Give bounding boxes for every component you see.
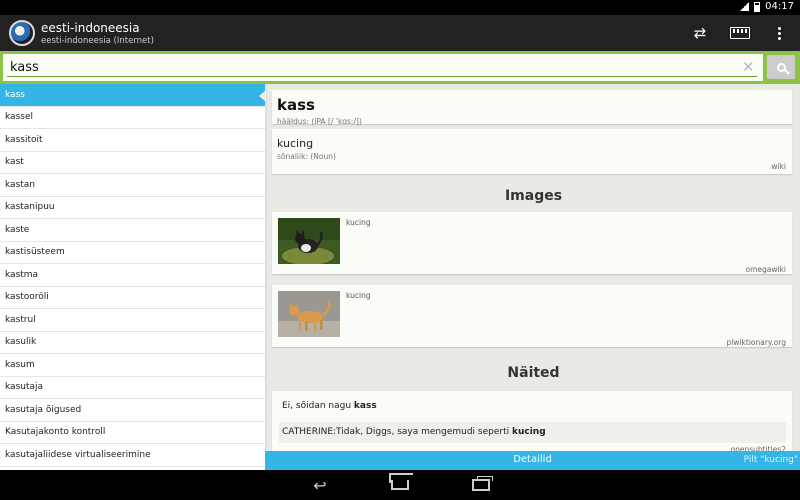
headword-card: kass hääldus: (IPA [/ ˈkɑsː/]) — [272, 90, 792, 126]
search-box: ✕ — [3, 54, 763, 81]
swap-languages-button[interactable]: ⇄ — [690, 24, 710, 42]
word-list-item[interactable]: Kasutajakonto kontroll — [0, 422, 265, 444]
word-list-item[interactable]: kastma — [0, 264, 265, 287]
example-card[interactable]: Ei, sõidan nagu kass CATHERINE:Tidak, Di… — [272, 391, 792, 451]
word-list-item[interactable]: kasutaja — [0, 377, 265, 399]
image-caption: kucing — [346, 218, 371, 227]
word-list-item[interactable]: kastan — [0, 174, 265, 197]
word-list-item[interactable]: kass — [0, 84, 265, 107]
images-heading: Images — [504, 188, 563, 204]
back-arrow-icon: ↩ — [313, 475, 327, 495]
back-button[interactable]: ↩ — [307, 475, 333, 495]
word-list-item[interactable]: kastooröli — [0, 287, 265, 309]
swap-arrows-icon: ⇄ — [693, 24, 707, 42]
pronunciation: hääldus: (IPA [/ ˈkɑsː/]) — [277, 117, 362, 126]
search-input[interactable] — [6, 56, 731, 78]
home-icon — [391, 480, 409, 490]
details-label[interactable]: Detailid — [265, 454, 800, 465]
recent-apps-icon — [472, 476, 493, 491]
keyboard-icon — [730, 27, 750, 39]
recent-apps-button[interactable] — [468, 476, 494, 493]
image-card[interactable]: kucing plwiktionary.org — [272, 285, 792, 347]
search-icon — [776, 62, 786, 72]
signal-icon — [740, 2, 750, 11]
navigation-bar: ↩ — [0, 470, 800, 500]
word-list-item[interactable]: kasulik — [0, 332, 265, 354]
word-list-item[interactable]: kastanipuu — [0, 197, 265, 219]
app-subtitle: eesti-indoneesia (Internet) — [41, 36, 154, 46]
overflow-dot-icon — [777, 36, 781, 40]
word-list-item[interactable]: kastrul — [0, 309, 265, 332]
battery-icon — [754, 1, 761, 12]
status-time: 04:17 — [765, 1, 794, 12]
example-target-text: CATHERINE:Tidak, Diggs, saya mengemudi s… — [282, 427, 546, 437]
image-card[interactable]: kucing omegawiki — [272, 212, 792, 274]
picture-label[interactable]: Pilt "kucing" — [744, 455, 798, 465]
word-list-item[interactable]: kasutajaliidese virtualiseerimine — [0, 444, 265, 467]
image-source: plwiktionary.org — [726, 338, 786, 347]
cat-photo-icon[interactable] — [278, 291, 340, 337]
word-list-item[interactable]: kast — [0, 152, 265, 174]
word-list-item[interactable]: kassel — [0, 107, 265, 129]
word-list-item[interactable]: kaste — [0, 219, 265, 242]
word-list-item[interactable]: kastisüsteem — [0, 242, 265, 264]
image-caption: kucing — [346, 291, 371, 300]
app-globe-icon[interactable] — [9, 20, 35, 46]
cat-photo-icon[interactable] — [278, 218, 340, 264]
search-button[interactable] — [767, 55, 795, 79]
overflow-dot-icon — [777, 26, 781, 30]
word-list-item[interactable]: kasum — [0, 354, 265, 377]
translation-source: wiki — [771, 162, 786, 171]
keyboard-button[interactable] — [729, 24, 751, 42]
word-list[interactable]: kass kassel kassitoit kast kastan kastanipuu k… — [0, 84, 265, 470]
search-underline — [7, 76, 757, 77]
status-icons: 04:17 — [740, 1, 794, 12]
overflow-menu-button[interactable] — [773, 24, 785, 42]
word-list-item[interactable]: kassitoit — [0, 129, 265, 152]
search-bar: ✕ — [0, 51, 800, 84]
word-list-item[interactable]: kasutaja õigused — [0, 399, 265, 422]
status-bar: 04:17 — [0, 0, 800, 15]
overflow-dot-icon — [777, 31, 781, 35]
translation-word: kucing — [277, 137, 314, 150]
details-bar[interactable]: Detailid Pilt "kucing" — [265, 451, 800, 470]
headword: kass — [277, 96, 315, 114]
example-source-text: Ei, sõidan nagu kass — [282, 401, 377, 411]
home-button[interactable] — [387, 477, 413, 493]
action-bar: eesti-indoneesia eesti-indoneesia (Inter… — [0, 15, 800, 51]
example-target-highlight: kucing — [511, 427, 546, 437]
translation-card[interactable]: kucing sõnaliik: (Noun) wiki — [272, 129, 792, 174]
example-source-highlight: kass — [353, 401, 377, 411]
app-title: eesti-indoneesia — [41, 21, 140, 35]
part-of-speech: sõnaliik: (Noun) — [277, 152, 336, 161]
clear-icon[interactable]: ✕ — [742, 59, 755, 75]
examples-heading: Näited — [507, 365, 560, 381]
image-source: omegawiki — [745, 265, 786, 274]
selection-pointer — [259, 90, 266, 102]
detail-pane[interactable]: kass hääldus: (IPA [/ ˈkɑsː/]) kucing sõ… — [267, 84, 800, 451]
